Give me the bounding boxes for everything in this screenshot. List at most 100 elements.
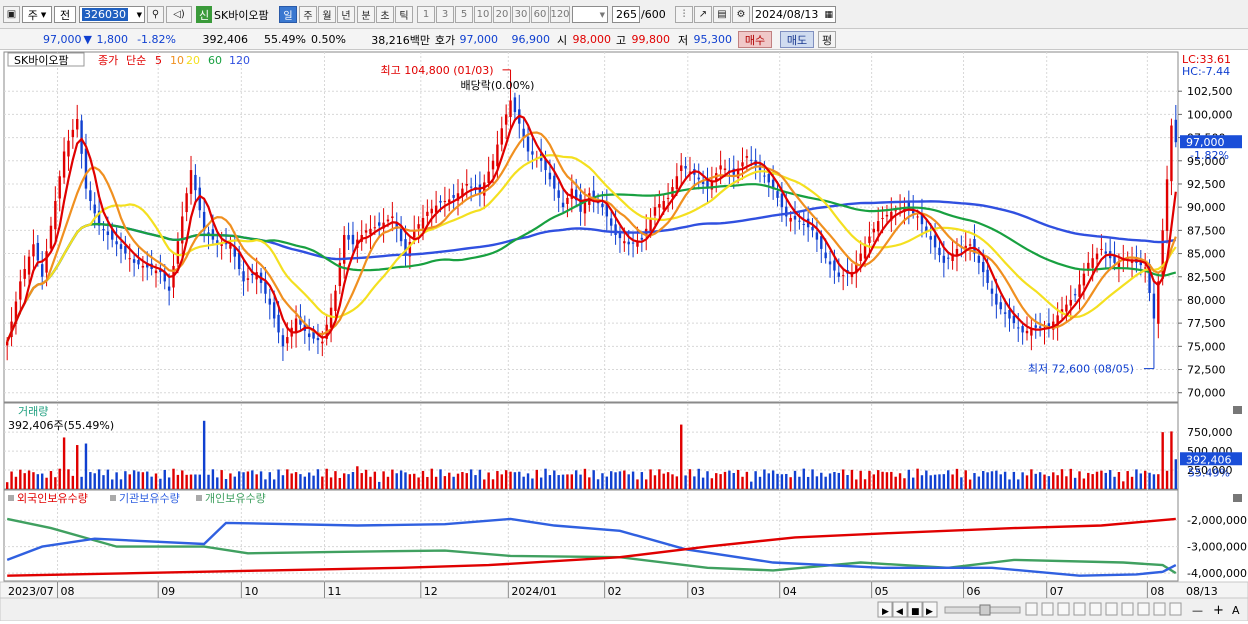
- interval-1[interactable]: 1: [417, 6, 435, 23]
- candle-body: [741, 162, 744, 167]
- prev-button[interactable]: 전: [54, 6, 76, 23]
- volume-bar: [964, 470, 967, 489]
- tool-icon: [1153, 602, 1166, 616]
- volume-bar: [1152, 474, 1156, 489]
- candle-body: [417, 224, 420, 229]
- tool-icon: [1025, 602, 1038, 616]
- chart-area[interactable]: 2023/07 08 09 10 11 12 2024/01 02 03 04 05 06 07 08 08…: [0, 50, 1248, 622]
- stop-icon: ■: [911, 607, 920, 617]
- volume-bar: [728, 470, 731, 489]
- candle-body: [509, 100, 512, 118]
- interval-60[interactable]: 60: [531, 6, 549, 23]
- volume-bar: [623, 470, 626, 489]
- period-tab-week[interactable]: 주: [299, 6, 317, 23]
- speaker-icon[interactable]: ◁): [166, 6, 192, 23]
- volume-bar: [347, 474, 350, 489]
- stock-code-input[interactable]: 326030 ▼: [79, 6, 145, 23]
- volume-bar: [456, 473, 460, 489]
- legend-ma20: 20: [186, 54, 200, 67]
- candle-body: [132, 259, 136, 263]
- interval-3[interactable]: 3: [436, 6, 454, 23]
- window-menu-icon[interactable]: ▣: [3, 6, 20, 23]
- gear-icon[interactable]: ⚙: [732, 6, 750, 23]
- count-input[interactable]: 265: [612, 6, 640, 23]
- volume-bar: [876, 470, 880, 489]
- period-tab-month[interactable]: 월: [318, 6, 336, 23]
- interval-10[interactable]: 10: [474, 6, 492, 23]
- volume-bar: [929, 475, 932, 489]
- tool-icon: [1105, 602, 1118, 616]
- interval-5[interactable]: 5: [455, 6, 473, 23]
- draw-tool-icon[interactable]: ↗: [694, 6, 712, 23]
- period-type-select[interactable]: 주 ▼: [22, 6, 52, 23]
- candle-body: [557, 190, 560, 198]
- period-tab-minute[interactable]: 분: [357, 6, 375, 23]
- candle-body: [631, 242, 635, 244]
- volume-bar: [1170, 431, 1173, 489]
- period-tab-second[interactable]: 초: [376, 6, 394, 23]
- volume-bar: [1087, 472, 1090, 489]
- candle-body: [1025, 330, 1029, 334]
- candle-body: [49, 225, 53, 249]
- volume-bar: [426, 476, 429, 489]
- candle-body: [763, 175, 766, 177]
- candle-body: [71, 129, 75, 138]
- price-panel-frame: [3, 51, 1179, 403]
- month-label: 08: [1150, 585, 1164, 598]
- volume-bar: [448, 472, 451, 489]
- date-input[interactable]: 2024/08/13 ▦: [752, 6, 836, 23]
- volume-bar: [474, 475, 477, 489]
- volume-bar: [198, 474, 201, 489]
- candle-body: [80, 120, 83, 154]
- volume-bar: [789, 477, 792, 489]
- volume-bar: [325, 468, 328, 489]
- volume-bar: [408, 474, 412, 489]
- volume-bar: [1108, 470, 1112, 489]
- interval-custom-select[interactable]: ▼: [572, 6, 608, 23]
- ask-label: 호가: [434, 33, 456, 47]
- volume-bar: [202, 420, 206, 489]
- candle-body: [176, 241, 180, 264]
- stock-chart-svg[interactable]: 2023/07 08 09 10 11 12 2024/01 02 03 04 05 06 07 08 08…: [0, 50, 1248, 622]
- volume-bar: [566, 474, 569, 489]
- candle-body: [40, 264, 44, 277]
- legend-ma5: 5: [155, 54, 162, 67]
- avg-button[interactable]: 평: [818, 31, 836, 48]
- candle-body: [653, 207, 657, 216]
- volume-bar: [102, 475, 105, 489]
- period-tab-year[interactable]: 년: [337, 6, 355, 23]
- volume-bar: [977, 476, 981, 489]
- volume-bar: [439, 469, 442, 489]
- volume-bar: [1073, 477, 1077, 489]
- volume-bar: [137, 471, 140, 489]
- interval-120[interactable]: 120: [550, 6, 570, 23]
- period-tab-day[interactable]: 일: [279, 6, 297, 23]
- high-label: 고: [615, 33, 627, 47]
- volume-bar: [49, 471, 53, 489]
- candle-body: [793, 215, 797, 220]
- volume-bar: [369, 476, 372, 489]
- candle-body: [469, 186, 473, 188]
- search-icon[interactable]: ⚲: [147, 6, 164, 23]
- volume-bar: [531, 478, 534, 489]
- volume-bar: [1038, 472, 1042, 489]
- save-icon[interactable]: ▤: [713, 6, 731, 23]
- interval-20[interactable]: 20: [493, 6, 511, 23]
- interval-30[interactable]: 30: [512, 6, 530, 23]
- candle-body: [815, 232, 819, 240]
- volume-bar: [382, 471, 385, 489]
- volume-bar: [535, 469, 538, 489]
- buy-button[interactable]: 매수: [738, 31, 772, 48]
- period-tab-tick[interactable]: 틱: [395, 6, 413, 23]
- sell-button[interactable]: 매도: [780, 31, 814, 48]
- candle-type-icon[interactable]: ⫶: [675, 6, 693, 23]
- candle-body: [833, 260, 836, 271]
- volume-bar: [986, 472, 989, 489]
- volume-bar: [19, 469, 22, 489]
- candle-body: [124, 245, 127, 254]
- candle-body: [246, 278, 250, 280]
- volume-bar: [579, 474, 582, 489]
- volume-bar: [701, 477, 705, 489]
- volume-bar: [925, 470, 928, 489]
- price-tick-label: 85,000: [1187, 248, 1226, 261]
